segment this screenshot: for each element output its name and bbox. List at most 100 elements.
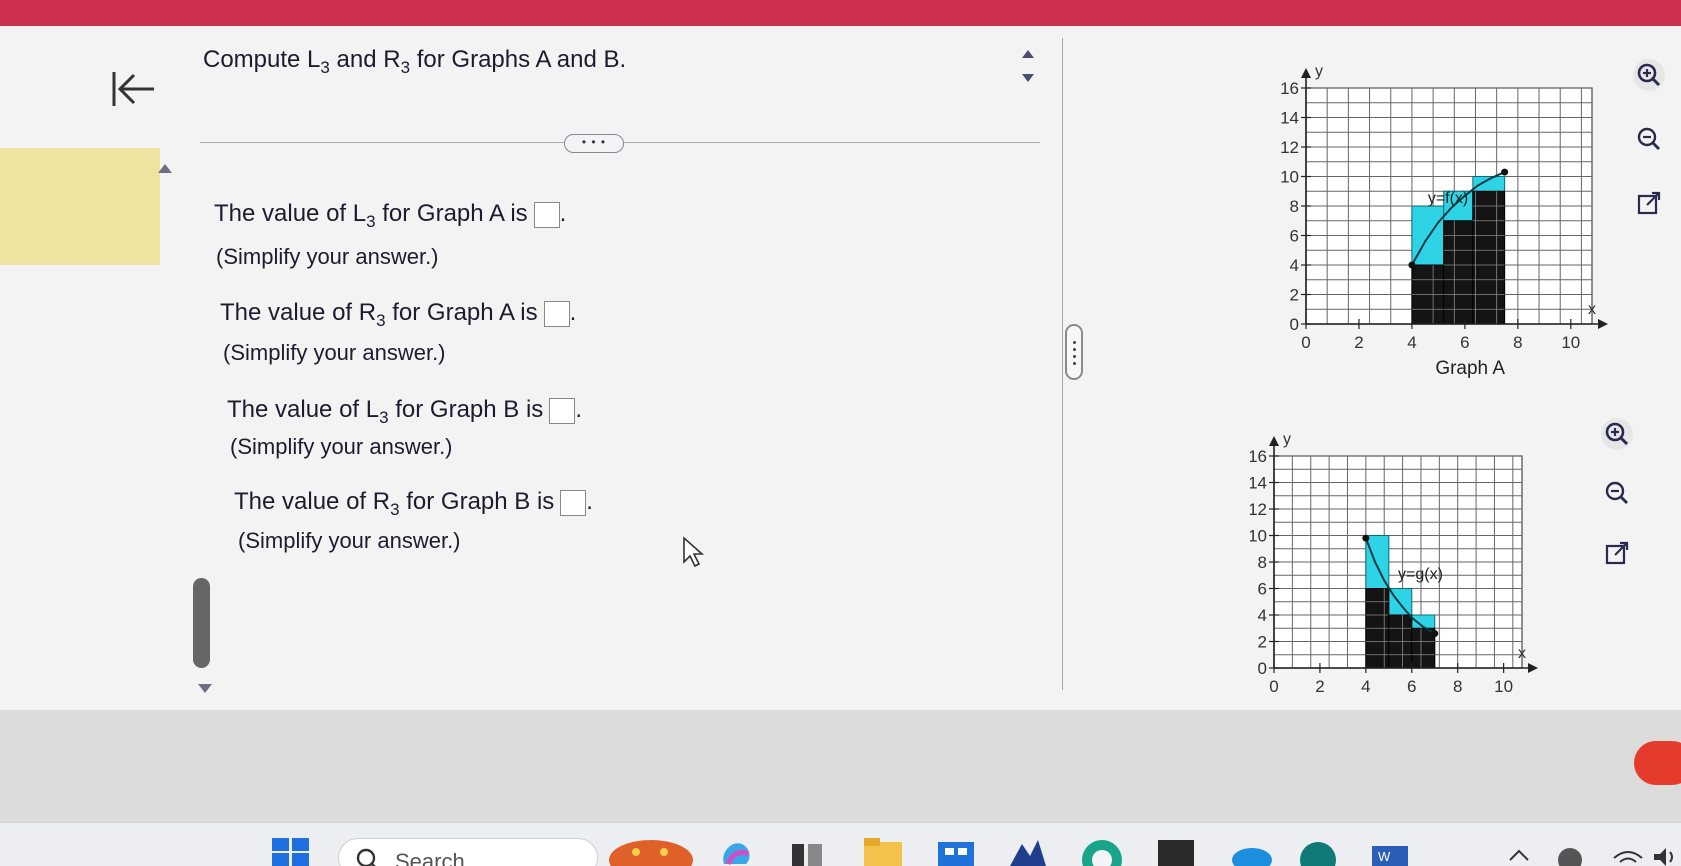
- scroll-down-arrow-icon[interactable]: [198, 684, 212, 693]
- zoom-out-icon[interactable]: [1632, 122, 1666, 156]
- taskbar-search[interactable]: Search: [338, 838, 598, 866]
- x-tick-label: 6: [1407, 677, 1416, 696]
- file-explorer-icon[interactable]: [862, 838, 904, 866]
- chat-icon[interactable]: [1298, 838, 1338, 866]
- prompt-text: and R: [329, 46, 401, 73]
- y-tick-label: 14: [1280, 109, 1299, 128]
- open-external-icon[interactable]: [1600, 536, 1634, 570]
- open-external-icon[interactable]: [1632, 186, 1666, 220]
- word-icon[interactable]: W: [1370, 846, 1410, 866]
- curve-endpoint: [1408, 261, 1416, 269]
- y-tick-label: 6: [1290, 227, 1299, 246]
- y-tick-label: 0: [1290, 315, 1299, 334]
- y-tick-label: 10: [1280, 168, 1299, 187]
- answer-subscript: 3: [379, 407, 389, 427]
- simplify-hint: (Simplify your answer.): [238, 528, 461, 553]
- question-prompt: Compute L3 and R3 for Graphs A and B.: [203, 46, 626, 78]
- tray-app-icon[interactable]: [1556, 846, 1584, 866]
- x-axis-arrow-icon: [1528, 663, 1538, 673]
- task-view-icon[interactable]: [790, 838, 824, 866]
- top-accent-bar: [0, 0, 1681, 26]
- graph-b: 0 2 4 6 8 10 12 14 16 0 2 4 6 8 10 y x y=g(x): [1250, 431, 1538, 696]
- zoom-out-icon[interactable]: [1600, 476, 1634, 510]
- scrollbar-thumb[interactable]: [193, 578, 210, 668]
- scroll-up-arrow-icon[interactable]: [158, 164, 172, 173]
- store-icon[interactable]: [936, 838, 976, 866]
- onedrive-icon[interactable]: [1228, 838, 1272, 866]
- zoom-in-icon[interactable]: [1600, 417, 1634, 451]
- answer-input-l3-graph-a[interactable]: [533, 201, 560, 228]
- search-icon: [356, 848, 376, 866]
- zoom-in-icon[interactable]: [1632, 58, 1666, 92]
- curve-endpoint: [1431, 630, 1439, 638]
- answer-label: for Graph B is: [399, 488, 555, 515]
- x-tick-label: 8: [1513, 333, 1522, 352]
- answer-label: The value of L: [227, 396, 380, 423]
- x-tick-label: 2: [1354, 333, 1363, 352]
- footer-area: [0, 710, 1681, 822]
- y-tick-label: 10: [1250, 527, 1267, 546]
- highlight-strip: [0, 148, 160, 265]
- answer-input-l3-graph-b[interactable]: [549, 397, 576, 424]
- x-tick-label: 8: [1453, 677, 1462, 696]
- answer-subscript: 3: [376, 310, 386, 330]
- terminal-icon[interactable]: [1156, 838, 1196, 866]
- x-tick-label: 4: [1361, 677, 1370, 696]
- y-tick-label: 16: [1250, 447, 1267, 466]
- answer-subscript: 3: [390, 499, 400, 519]
- edge-browser-icon[interactable]: [1082, 838, 1122, 866]
- graph-a-caption: Graph A: [1435, 358, 1505, 379]
- answer-input-r3-graph-a[interactable]: [543, 300, 570, 327]
- volume-icon[interactable]: [1652, 846, 1681, 866]
- x-tick-label: 0: [1301, 333, 1310, 352]
- y-tick-label: 16: [1280, 79, 1299, 98]
- answer-input-r3-graph-b[interactable]: [560, 489, 587, 516]
- y-tick-label: 4: [1290, 256, 1299, 275]
- x-axis-arrow-icon: [1598, 319, 1608, 329]
- y-tick-label: 6: [1258, 580, 1267, 599]
- answer-label: for Graph A is: [385, 299, 538, 326]
- answer-label: for Graph A is: [375, 200, 528, 227]
- app-icon[interactable]: [1008, 838, 1048, 866]
- widgets-icon[interactable]: [608, 840, 694, 866]
- answer-row: The value of L3 for Graph A is.: [214, 200, 567, 231]
- y-tick-label: 8: [1258, 553, 1267, 572]
- y-tick-label: 8: [1290, 197, 1299, 216]
- y-tick-label: 14: [1250, 474, 1267, 493]
- answer-label: The value of R: [220, 299, 377, 326]
- wifi-icon[interactable]: [1612, 844, 1644, 866]
- mouse-pointer-icon: [683, 536, 705, 568]
- answer-subscript: 3: [366, 211, 376, 231]
- x-tick-label: 10: [1494, 677, 1513, 696]
- pane-divider: [1062, 38, 1063, 690]
- answer-row: The value of R3 for Graph B is.: [234, 488, 593, 519]
- simplify-hint: (Simplify your answer.): [230, 434, 453, 459]
- prompt-subscript: 3: [400, 57, 411, 77]
- copilot-icon[interactable]: [718, 838, 754, 866]
- sort-arrows-icon[interactable]: [1021, 46, 1035, 92]
- chevron-up-icon[interactable]: [1508, 848, 1530, 862]
- x-tick-label: 2: [1315, 677, 1324, 696]
- curve-endpoint: [1501, 168, 1509, 176]
- y-axis-arrow-icon: [1301, 68, 1311, 78]
- y-tick-label: 12: [1250, 500, 1267, 519]
- answer-label: for Graph B is: [388, 396, 544, 423]
- windows-start-icon[interactable]: [272, 838, 310, 866]
- graph-a: 0 2 4 6 8 10 12 14 16 0 2 4 6 8 10 y x y=f(x) Graph A: [1280, 63, 1608, 379]
- answer-label: The value of L: [214, 200, 367, 227]
- taskbar: [0, 822, 1681, 866]
- pane-resize-handle[interactable]: [1065, 324, 1083, 380]
- lower-rectangle-fill: [1472, 190, 1506, 325]
- lower-rectangle: [1472, 190, 1506, 325]
- answer-row: The value of R3 for Graph A is.: [220, 299, 577, 330]
- lower-rectangle-fill: [1411, 627, 1436, 669]
- answer-label: The value of R: [234, 488, 391, 515]
- check-answer-button[interactable]: [1634, 741, 1681, 785]
- lower-rectangle: [1443, 220, 1474, 325]
- more-button[interactable]: • • •: [564, 134, 624, 153]
- collapse-left-icon[interactable]: [110, 64, 160, 114]
- simplify-hint: (Simplify your answer.): [216, 244, 439, 269]
- simplify-hint: (Simplify your answer.): [223, 340, 446, 365]
- screen: Compute L3 and R3 for Graphs A and B. • …: [0, 0, 1681, 866]
- curve-endpoint: [1362, 534, 1370, 542]
